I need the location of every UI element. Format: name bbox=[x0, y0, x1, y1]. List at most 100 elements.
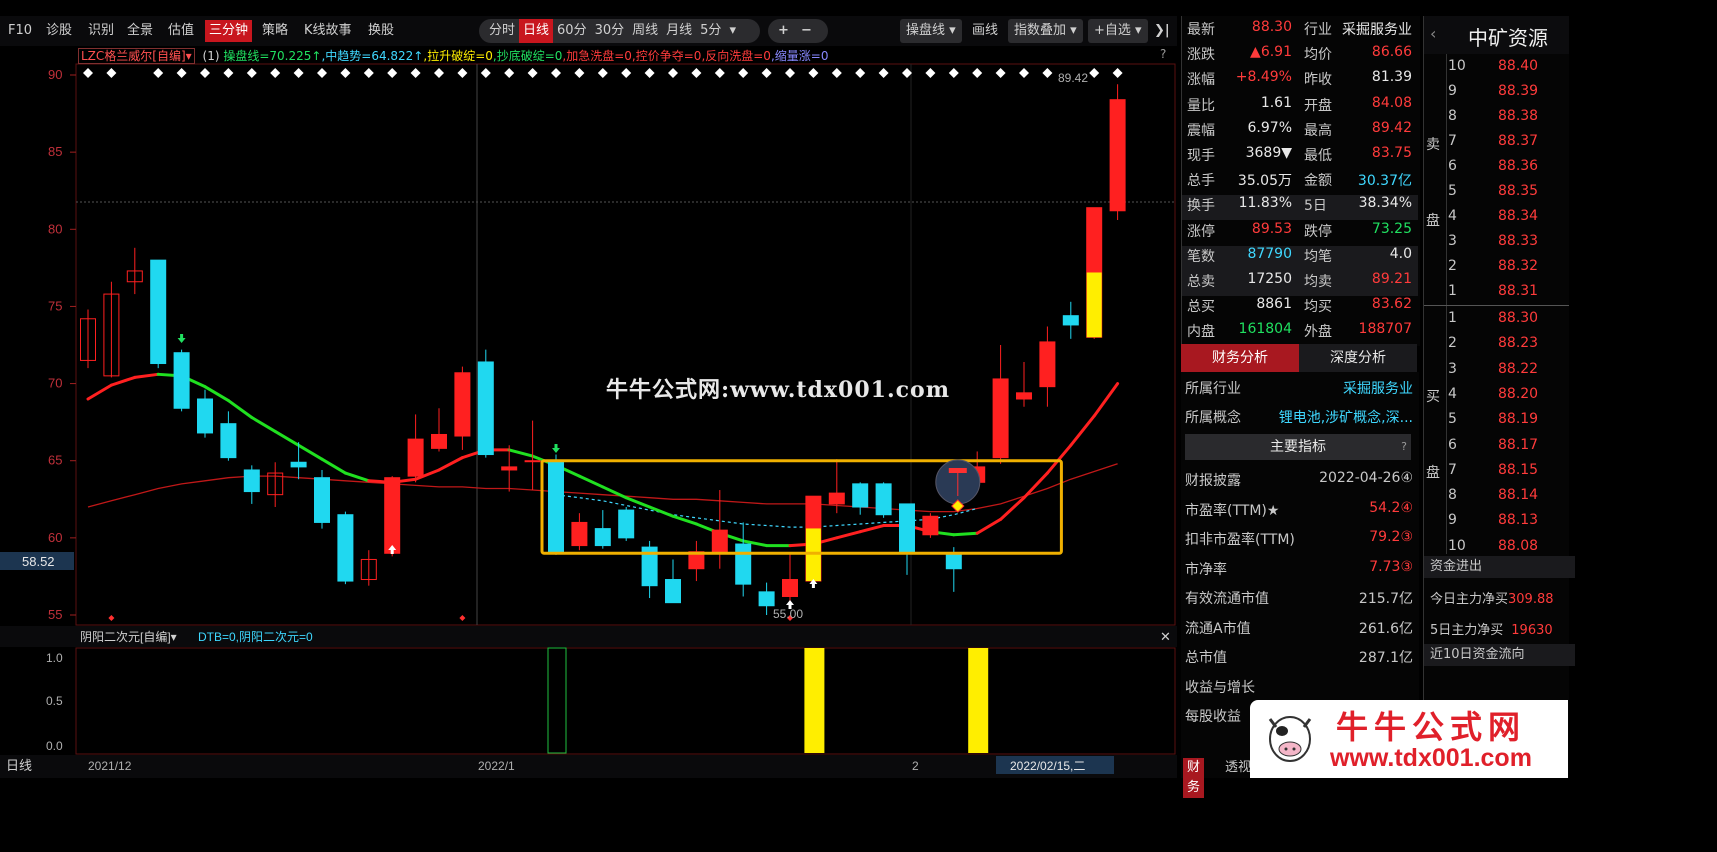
op-line-dropdown[interactable]: 操盘线 ▾ bbox=[900, 19, 962, 43]
signal-diamond bbox=[270, 68, 281, 78]
op-line-segment bbox=[648, 505, 675, 518]
finance-row[interactable]: 总市值 287.1亿 bbox=[1185, 647, 1413, 673]
buy-level-row[interactable]: 7 88.15 bbox=[1448, 462, 1568, 487]
kline-chart[interactable]: 90 85 80 75 70 65 60 55 89.42 55.00 58.52 阴阳二次元… bbox=[0, 46, 1177, 778]
finance-row[interactable]: 扣非市盈率(TTM) 79.2③ bbox=[1185, 529, 1413, 555]
level-number: 3 bbox=[1448, 233, 1457, 249]
period-30min[interactable]: 30分 bbox=[591, 23, 629, 38]
collapse-panel-icon[interactable]: ❯| bbox=[1152, 19, 1172, 43]
signal-diamond bbox=[363, 68, 374, 78]
chevron-left-icon[interactable]: ‹ bbox=[1430, 24, 1436, 43]
buy-level-row[interactable]: 1 88.30 bbox=[1448, 310, 1568, 335]
concept-value[interactable]: 锂电池,涉矿概念,深... bbox=[1279, 407, 1413, 427]
chevron-down-icon[interactable]: ▾ bbox=[725, 23, 740, 38]
tab-identify[interactable]: 识别 bbox=[88, 20, 114, 42]
finance-row[interactable]: 收益与增长 bbox=[1185, 677, 1413, 703]
period-5min[interactable]: 5分 bbox=[696, 23, 725, 38]
tab-f10[interactable]: F10 bbox=[8, 20, 32, 42]
finance-row[interactable]: 市盈率(TTM)★ 54.2④ bbox=[1185, 500, 1413, 526]
sub-axis-tick: 0.5 bbox=[46, 694, 63, 708]
tab-valuation[interactable]: 估值 bbox=[168, 20, 194, 42]
indicator-value: ,中趋势=64.822↑ bbox=[321, 49, 424, 63]
finance-row[interactable]: 流通A市值 261.6亿 bbox=[1185, 618, 1413, 644]
signal-diamond bbox=[176, 68, 187, 78]
ten-day-flow-title[interactable]: 近10日资金流向 bbox=[1424, 644, 1575, 666]
buy-level-row[interactable]: 6 88.17 bbox=[1448, 437, 1568, 462]
sub-indicator-name[interactable]: 阴阳二次元[自编]▾ bbox=[80, 629, 177, 644]
quote-label: 最高 bbox=[1304, 122, 1332, 139]
tab-kline-story[interactable]: K线故事 bbox=[304, 20, 352, 42]
tab-diagnose[interactable]: 诊股 bbox=[46, 20, 72, 42]
level-number: 10 bbox=[1448, 58, 1466, 74]
buy-level-row[interactable]: 8 88.14 bbox=[1448, 487, 1568, 512]
finance-row[interactable]: 有效流通市值 215.7亿 bbox=[1185, 588, 1413, 614]
tab-deep-analysis[interactable]: 深度分析 bbox=[1299, 344, 1417, 372]
sell-level-row[interactable]: 9 88.39 bbox=[1448, 83, 1568, 108]
sell-level-row[interactable]: 4 88.34 bbox=[1448, 208, 1568, 233]
close-icon[interactable]: ✕ bbox=[1160, 629, 1171, 644]
add-favorite-dropdown[interactable]: +自选 ▾ bbox=[1088, 19, 1148, 43]
candle-body bbox=[454, 372, 471, 437]
sell-level-row[interactable]: 8 88.38 bbox=[1448, 108, 1568, 133]
buy-level-row[interactable]: 5 88.19 bbox=[1448, 411, 1568, 436]
sell-level-row[interactable]: 5 88.35 bbox=[1448, 183, 1568, 208]
sell-level-row[interactable]: 7 88.37 bbox=[1448, 133, 1568, 158]
buy-level-row[interactable]: 9 88.13 bbox=[1448, 512, 1568, 537]
tab-three-minutes[interactable]: 三分钟 bbox=[205, 20, 253, 42]
disk-label: 盘 bbox=[1426, 465, 1440, 481]
finance-row[interactable]: 财报披露 2022-04-26④ bbox=[1185, 470, 1413, 496]
sub-indicator-bars bbox=[547, 647, 989, 754]
period-label[interactable]: 日线 bbox=[6, 758, 32, 773]
tab-switch-stock[interactable]: 换股 bbox=[368, 20, 394, 42]
candle-body bbox=[150, 259, 167, 365]
buy-level-row[interactable]: 4 88.20 bbox=[1448, 386, 1568, 411]
buy-level-row[interactable]: 3 88.22 bbox=[1448, 361, 1568, 386]
industry-label: 所属行业 bbox=[1185, 381, 1241, 397]
finance-row[interactable]: 市净率 7.73③ bbox=[1185, 559, 1413, 585]
candle-body bbox=[665, 579, 681, 604]
quote-row: 涨停 89.53 跌停 73.25 bbox=[1182, 221, 1418, 246]
signal-diamond bbox=[785, 68, 795, 78]
level-number: 2 bbox=[1448, 335, 1457, 352]
level-price: 88.35 bbox=[1498, 183, 1539, 199]
finance-label: 有效流通市值 bbox=[1185, 591, 1269, 607]
period-60min[interactable]: 60分 bbox=[553, 23, 591, 38]
sell-level-row[interactable]: 3 88.33 bbox=[1448, 233, 1568, 258]
sell-level-row[interactable]: 1 88.31 bbox=[1448, 283, 1568, 308]
quote-label: 均买 bbox=[1304, 299, 1332, 316]
zoom-controls: + − bbox=[768, 19, 828, 43]
industry-value[interactable]: 采掘服务业 bbox=[1343, 378, 1413, 398]
candle-body bbox=[477, 361, 494, 456]
sub-bar bbox=[968, 648, 989, 753]
tab-overview[interactable]: 全景 bbox=[127, 20, 153, 42]
zoom-out-icon[interactable]: − bbox=[797, 23, 816, 38]
period-intraday[interactable]: 分时 bbox=[479, 23, 519, 38]
index-overlay-dropdown[interactable]: 指数叠加 ▾ bbox=[1008, 19, 1083, 43]
period-daily[interactable]: 日线 bbox=[519, 19, 554, 43]
level-number: 7 bbox=[1448, 133, 1457, 149]
quote-value: 87790 bbox=[1247, 245, 1292, 262]
tab-finance[interactable]: 财务 bbox=[1183, 758, 1205, 798]
help-icon[interactable]: ? bbox=[1401, 434, 1407, 460]
tab-strategy[interactable]: 策略 bbox=[262, 20, 288, 42]
period-weekly[interactable]: 周线 bbox=[628, 23, 662, 38]
period-monthly[interactable]: 月线 bbox=[662, 23, 696, 38]
sell-level-row[interactable]: 10 88.40 bbox=[1448, 58, 1568, 83]
quote-value: 188707 bbox=[1358, 321, 1412, 338]
zoom-in-icon[interactable]: + bbox=[768, 23, 793, 38]
fund-flow-title[interactable]: 资金进出 bbox=[1424, 556, 1575, 578]
main-index-header[interactable]: 主要指标? bbox=[1185, 434, 1411, 460]
indicator-name-dropdown[interactable]: LZC格兰威尔[自编]▾ bbox=[78, 48, 195, 64]
tab-financial-analysis[interactable]: 财务分析 bbox=[1181, 344, 1299, 372]
tab-perspective[interactable]: 透视 bbox=[1225, 758, 1251, 778]
level-number: 4 bbox=[1448, 385, 1457, 402]
sell-level-row[interactable]: 2 88.32 bbox=[1448, 258, 1568, 283]
sell-side-label: 卖 bbox=[1426, 137, 1440, 153]
sell-level-row[interactable]: 6 88.36 bbox=[1448, 158, 1568, 183]
candle-body bbox=[431, 433, 447, 449]
buy-level-row[interactable]: 2 88.23 bbox=[1448, 335, 1568, 360]
help-icon[interactable]: ? bbox=[1160, 47, 1166, 61]
draw-button[interactable]: 画线 bbox=[966, 19, 1004, 43]
quote-value: 89.53 bbox=[1251, 220, 1292, 237]
site-watermark: 牛牛公式网:www.tdx001.com bbox=[606, 377, 950, 403]
